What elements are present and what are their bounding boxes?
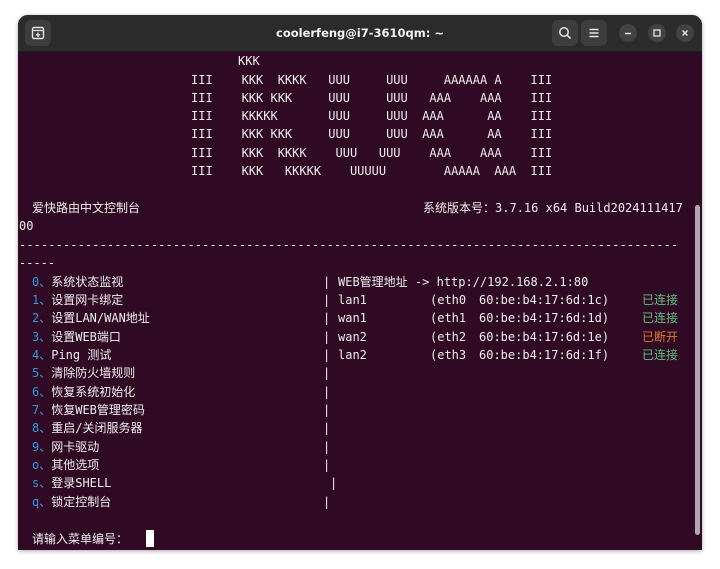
interface-eth: (eth3 [430, 348, 467, 362]
menu-item: 6、恢复系统初始化 [32, 385, 136, 399]
version-value: 3.7.16 x64 Build2024111417 [495, 201, 683, 215]
minimize-button[interactable] [619, 24, 637, 42]
column-separator: | [323, 275, 331, 289]
column-separator: | [323, 458, 331, 472]
interface-status: 已断开 [642, 330, 679, 344]
banner-line: III KKKKK UUU UUU AAA AA III [191, 109, 553, 123]
maximize-icon [653, 29, 661, 37]
maximize-button[interactable] [648, 24, 666, 42]
interface-eth: (eth2 [430, 330, 467, 344]
divider-line: ----- [19, 256, 56, 270]
text-cursor[interactable] [146, 530, 154, 547]
menu-item: 2、设置LAN/WAN地址 [32, 311, 150, 325]
app-name: 爱快路由中文控制台 [32, 201, 141, 215]
menu-item: 7、恢复WEB管理密码 [32, 403, 145, 417]
banner-line: III KKK KKK UUU UUU AAA AAA III [191, 91, 553, 105]
interface-status: 已连接 [642, 348, 679, 362]
column-separator: | [323, 440, 331, 454]
banner-line: III KKK KKK UUU UUU AAA AA III [191, 127, 553, 141]
menu-item: 3、设置WEB端口 [32, 330, 121, 344]
menu-item: 4、Ping 测试 [32, 348, 112, 362]
column-separator: | [323, 293, 331, 307]
terminal-content[interactable]: KKK III KKK KKKK UUU UUU AAAAAA A III II… [18, 52, 688, 550]
hamburger-menu-icon [589, 28, 599, 38]
interface-name: lan2 [338, 348, 367, 362]
title-bar[interactable]: coolerfeng@i7-3610qm: ~ [18, 15, 702, 52]
new-tab-icon [31, 26, 45, 40]
menu-item: 8、重启/关闭服务器 [32, 421, 143, 435]
menu-item: 1、设置网卡绑定 [32, 293, 124, 307]
menu-item: q、锁定控制台 [32, 495, 112, 509]
menu-item: 5、清除防火墙规则 [32, 366, 136, 380]
version-label: 系统版本号： [423, 201, 496, 215]
web-admin-arrow: -> [414, 275, 430, 289]
terminal-window[interactable]: coolerfeng@i7-3610qm: ~ KKK III KKK KKKK… [18, 15, 702, 550]
close-icon [682, 30, 688, 36]
version-wrap: 00 [19, 219, 34, 233]
interface-eth: (eth0 [430, 293, 467, 307]
banner-line: III KKK KKKK UUU UUU AAA AAA III [191, 146, 553, 160]
column-separator: | [330, 476, 338, 490]
interface-mac: 60:be:b4:17:6d:1d) [479, 311, 610, 325]
interface-mac: 60:be:b4:17:6d:1c) [479, 293, 610, 307]
search-icon [559, 27, 572, 40]
divider-line: ----------------------------------------… [19, 238, 679, 252]
web-admin-label: WEB管理地址 [338, 275, 408, 289]
interface-status: 已连接 [642, 311, 679, 325]
interface-mac: 60:be:b4:17:6d:1e) [479, 330, 610, 344]
banner-line: KKK [238, 54, 260, 68]
version-info: 系统版本号：3.7.16 x64 Build2024111417 [423, 200, 683, 216]
column-separator: | [323, 311, 331, 325]
banner-line: III KKK KKKK UUU UUU AAAAAA A III [191, 73, 553, 87]
column-separator: | [323, 348, 331, 362]
menu-item: 0、系统状态监视 [32, 275, 124, 289]
menu-item: o、其他选项 [32, 458, 100, 472]
web-admin-address: WEB管理地址 -> http://192.168.2.1:80 [338, 274, 588, 290]
search-button[interactable] [552, 20, 578, 46]
interface-status: 已连接 [642, 293, 679, 307]
new-tab-button[interactable] [25, 20, 51, 46]
column-separator: | [323, 385, 331, 399]
scrollbar[interactable] [695, 205, 700, 535]
input-prompt: 请输入菜单编号： [32, 532, 129, 546]
interface-name: wan1 [338, 311, 367, 325]
interface-name: lan1 [338, 293, 367, 307]
column-separator: | [323, 330, 331, 344]
column-separator: | [323, 366, 331, 380]
column-separator: | [323, 495, 331, 509]
close-button[interactable] [676, 24, 694, 42]
banner-line: III KKK KKKKK UUUUU AAAAA AAA III [191, 164, 553, 178]
interface-name: wan2 [338, 330, 367, 344]
menu-item: s、登录SHELL [32, 476, 112, 490]
web-admin-url: http://192.168.2.1:80 [436, 275, 589, 289]
menu-item: 9、网卡驱动 [32, 440, 100, 454]
menu-button[interactable] [581, 20, 607, 46]
column-separator: | [323, 421, 331, 435]
column-separator: | [323, 403, 331, 417]
minimize-icon [625, 32, 631, 35]
interface-mac: 60:be:b4:17:6d:1f) [479, 348, 610, 362]
interface-eth: (eth1 [430, 311, 467, 325]
